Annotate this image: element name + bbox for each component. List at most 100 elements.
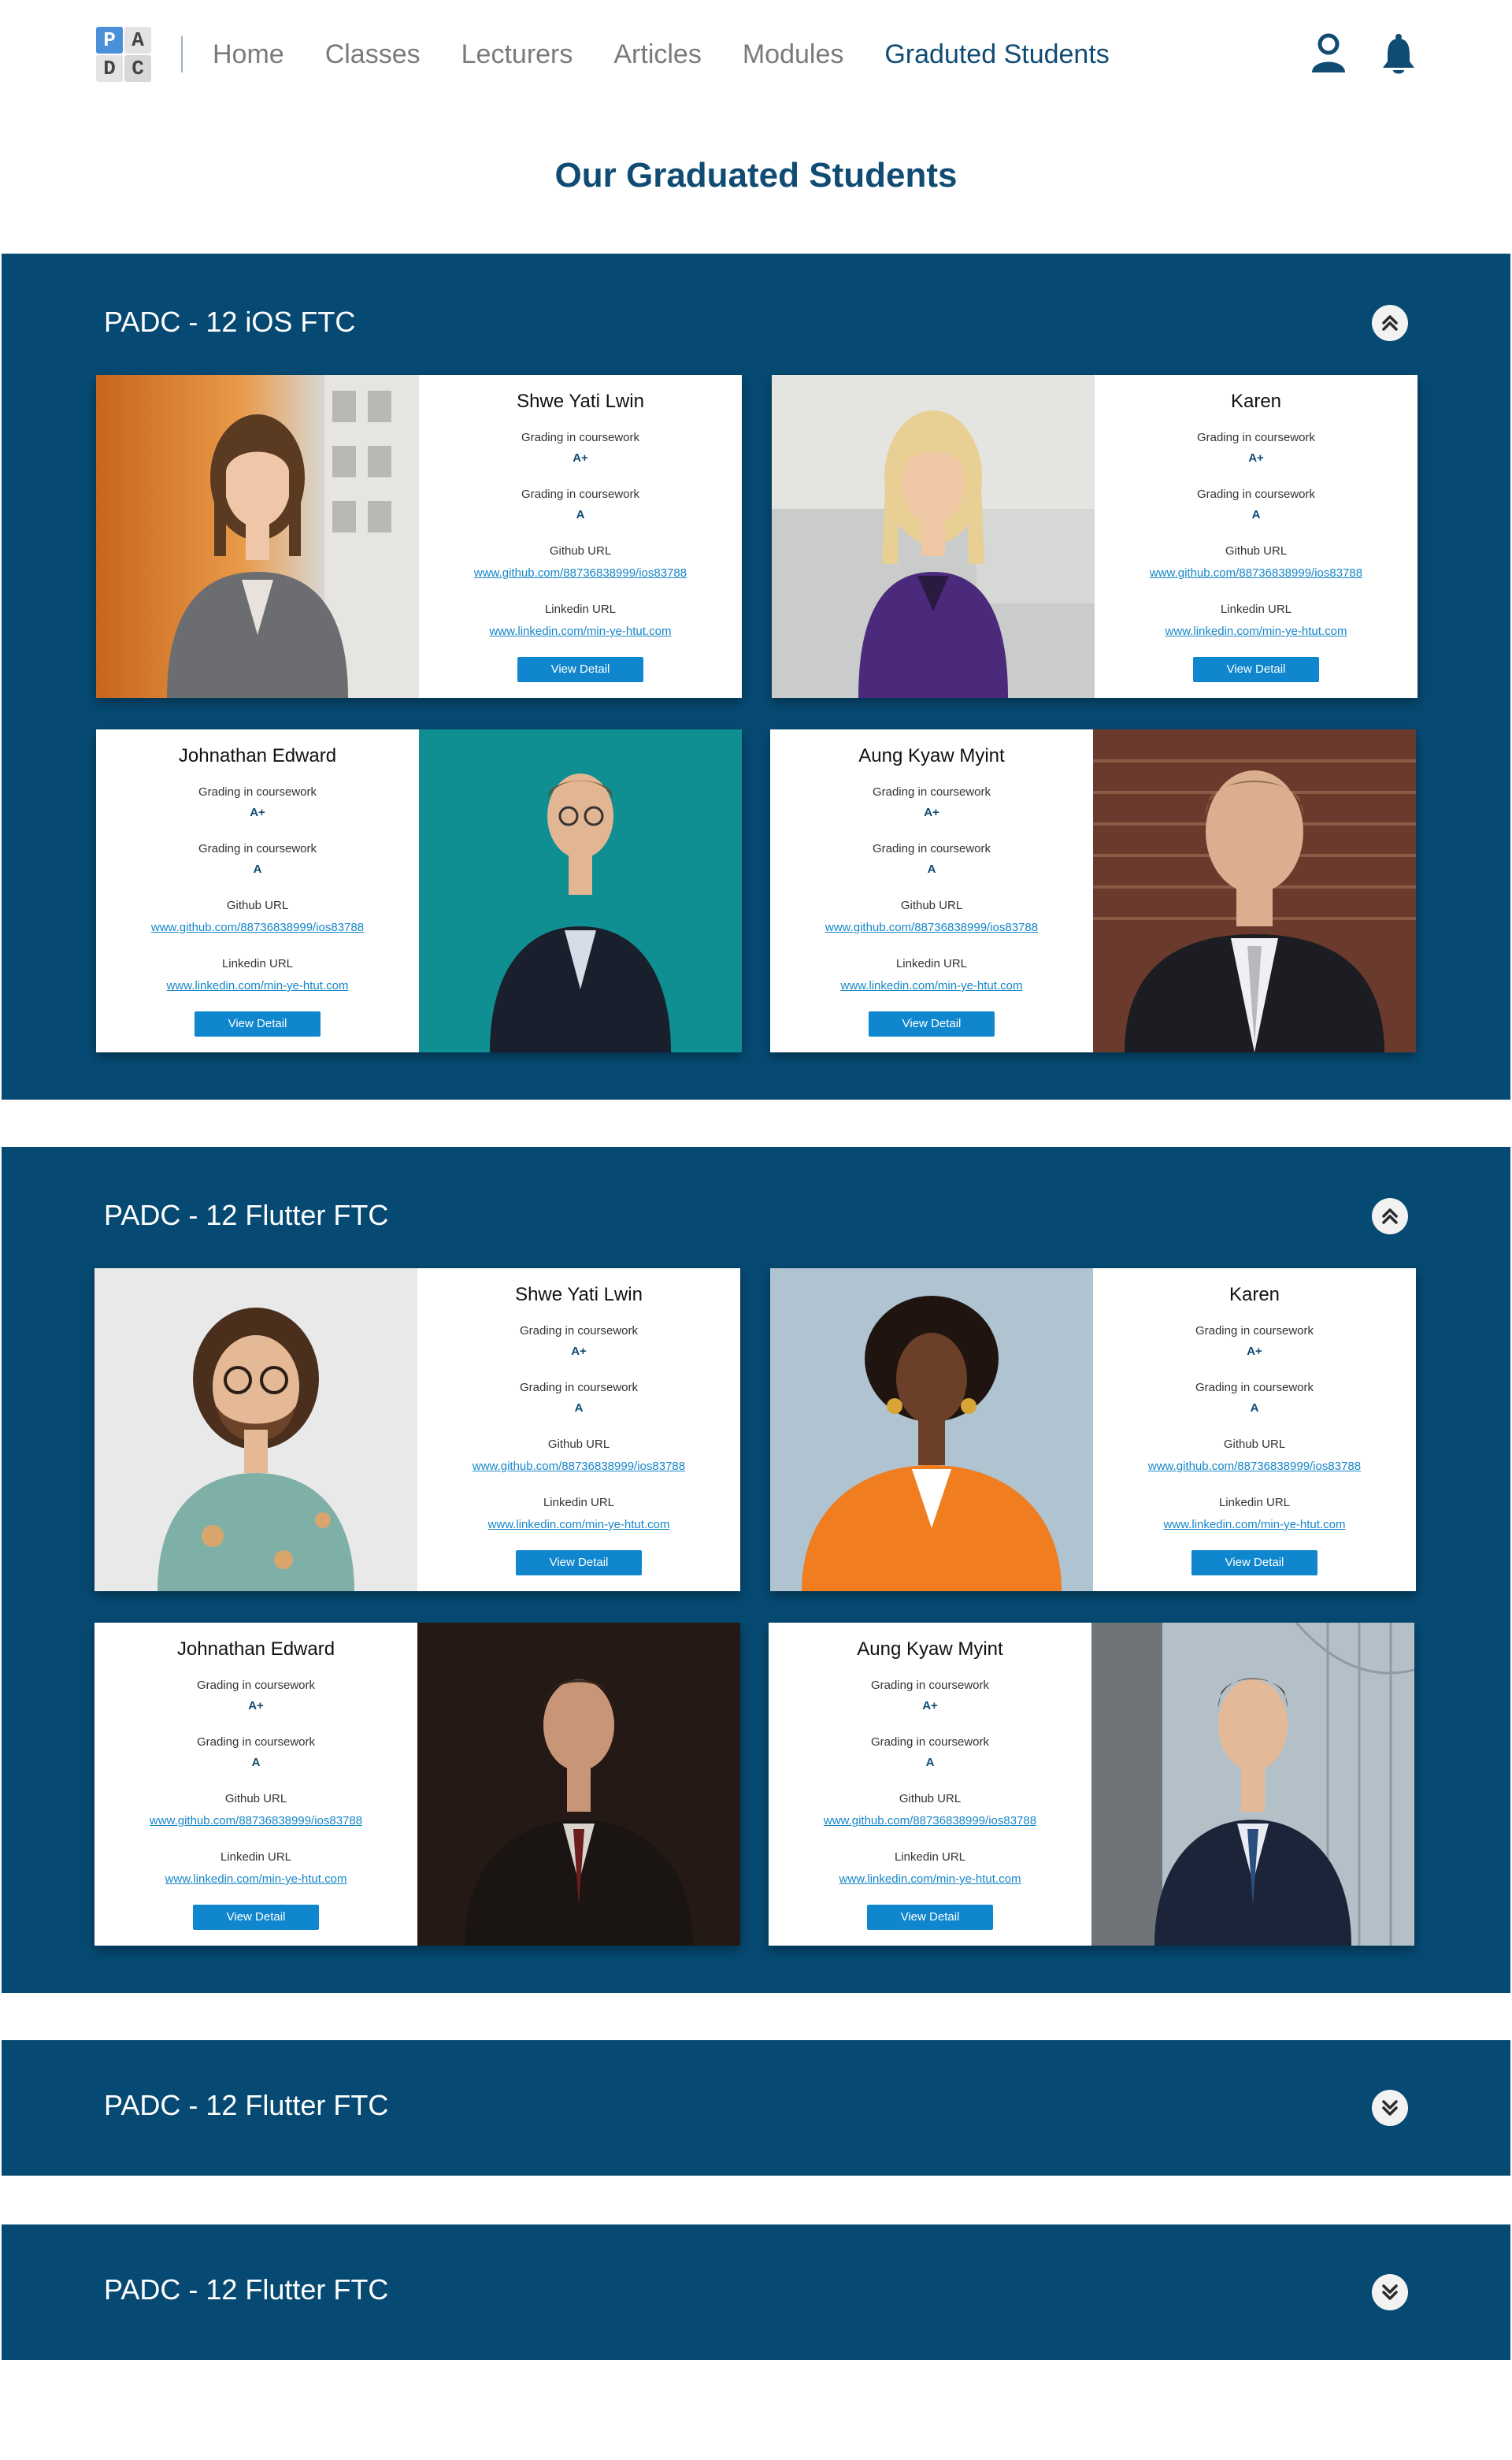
student-info: Johnathan Edward Grading in coursework A… — [94, 1623, 417, 1946]
student-card: Aung Kyaw Myint Grading in coursework A+… — [769, 1623, 1414, 1946]
grade-label: Grading in coursework — [521, 488, 640, 501]
class-section-collapsed[interactable]: PADC - 12 Flutter FTC — [2, 2040, 1510, 2176]
github-link[interactable]: www.github.com/88736838999/ios83788 — [824, 1813, 1036, 1829]
github-link[interactable]: www.github.com/88736838999/ios83788 — [825, 920, 1038, 936]
github-label: Github URL — [1223, 1438, 1286, 1451]
linkedin-label: Linkedin URL — [543, 1496, 615, 1509]
collapse-toggle[interactable] — [1372, 1198, 1408, 1234]
grade-label: Grading in coursework — [1195, 1381, 1314, 1394]
view-detail-button[interactable]: View Detail — [195, 1011, 321, 1037]
nav-link-articles[interactable]: Articles — [613, 39, 701, 70]
github-link[interactable]: www.github.com/88736838999/ios83788 — [150, 1813, 362, 1829]
linkedin-link[interactable]: www.linkedin.com/min-ye-htut.com — [1166, 624, 1347, 640]
github-link[interactable]: www.github.com/88736838999/ios83788 — [1148, 1459, 1361, 1475]
github-label: Github URL — [547, 1438, 610, 1451]
grade-label: Grading in coursework — [872, 785, 991, 799]
linkedin-link[interactable]: www.linkedin.com/min-ye-htut.com — [490, 624, 672, 640]
grade-value: A+ — [924, 806, 939, 819]
student-name: Johnathan Edward — [176, 1638, 335, 1660]
github-label: Github URL — [549, 544, 612, 558]
student-photo — [419, 729, 742, 1052]
grade-value: A+ — [922, 1699, 938, 1712]
student-card: Aung Kyaw Myint Grading in coursework A+… — [770, 729, 1416, 1052]
github-link[interactable]: www.github.com/88736838999/ios83788 — [474, 566, 687, 581]
github-link[interactable]: www.github.com/88736838999/ios83788 — [151, 920, 364, 936]
chevron-double-up-icon — [1382, 315, 1398, 331]
user-icon[interactable] — [1310, 33, 1347, 74]
grade-value: A — [251, 1756, 261, 1769]
nav-link-home[interactable]: Home — [213, 39, 284, 70]
grade-value: A+ — [573, 451, 588, 465]
view-detail-button[interactable]: View Detail — [517, 657, 643, 682]
github-label: Github URL — [899, 1792, 962, 1805]
grade-value: A+ — [571, 1345, 587, 1358]
logo-letter: A — [124, 27, 151, 54]
linkedin-link[interactable]: www.linkedin.com/min-ye-htut.com — [165, 1872, 347, 1887]
linkedin-link[interactable]: www.linkedin.com/min-ye-htut.com — [167, 978, 349, 994]
nav-link-modules[interactable]: Modules — [743, 39, 844, 70]
grade-value: A — [1251, 508, 1261, 521]
grade-label: Grading in coursework — [870, 1679, 990, 1692]
linkedin-label: Linkedin URL — [220, 1850, 292, 1864]
student-photo — [94, 1268, 417, 1591]
student-info: Shwe Yati Lwin Grading in coursework A+ … — [417, 1268, 740, 1591]
section-title: PADC - 12 iOS FTC — [104, 306, 356, 338]
grade-label: Grading in coursework — [196, 1679, 316, 1692]
student-name: Karen — [1230, 391, 1282, 412]
grade-label: Grading in coursework — [196, 1735, 316, 1749]
student-card: Shwe Yati Lwin Grading in coursework A+ … — [96, 375, 742, 698]
grade-label: Grading in coursework — [198, 842, 317, 855]
bell-icon[interactable] — [1381, 33, 1416, 76]
nav-link-lecturers[interactable]: Lecturers — [461, 39, 573, 70]
student-photo — [1093, 729, 1416, 1052]
expand-toggle[interactable] — [1372, 2274, 1408, 2310]
github-link[interactable]: www.github.com/88736838999/ios83788 — [472, 1459, 685, 1475]
linkedin-link[interactable]: www.linkedin.com/min-ye-htut.com — [488, 1517, 670, 1533]
section-title: PADC - 12 Flutter FTC — [104, 2273, 389, 2306]
view-detail-button[interactable]: View Detail — [1191, 1550, 1317, 1575]
linkedin-link[interactable]: www.linkedin.com/min-ye-htut.com — [1164, 1517, 1346, 1533]
github-label: Github URL — [224, 1792, 287, 1805]
linkedin-link[interactable]: www.linkedin.com/min-ye-htut.com — [839, 1872, 1021, 1887]
padc-logo[interactable]: P A D C — [96, 27, 151, 82]
linkedin-label: Linkedin URL — [544, 603, 617, 616]
grade-value: A+ — [250, 806, 265, 819]
student-name: Aung Kyaw Myint — [858, 745, 1005, 766]
grade-label: Grading in coursework — [872, 842, 991, 855]
student-photo — [770, 1268, 1093, 1591]
top-nav: P A D C Home Classes Lecturers Articles … — [0, 0, 1512, 110]
grade-value: A — [574, 1401, 584, 1415]
nav-link-graduated-students[interactable]: Graduted Students — [884, 39, 1109, 70]
github-label: Github URL — [1225, 544, 1288, 558]
student-photo — [417, 1623, 740, 1946]
linkedin-label: Linkedin URL — [1218, 1496, 1291, 1509]
page-title: Our Graduated Students — [554, 156, 958, 195]
grade-label: Grading in coursework — [519, 1324, 639, 1338]
chevron-double-up-icon — [1382, 1208, 1398, 1224]
collapse-toggle[interactable] — [1372, 305, 1408, 341]
class-section-collapsed[interactable]: PADC - 12 Flutter FTC — [2, 2224, 1510, 2360]
student-card: Karen Grading in coursework A+ Grading i… — [770, 1268, 1416, 1591]
student-photo — [1091, 1623, 1414, 1946]
nav-link-classes[interactable]: Classes — [325, 39, 421, 70]
github-link[interactable]: www.github.com/88736838999/ios83788 — [1150, 566, 1362, 581]
view-detail-button[interactable]: View Detail — [193, 1905, 319, 1930]
grade-label: Grading in coursework — [1195, 1324, 1314, 1338]
linkedin-label: Linkedin URL — [1220, 603, 1292, 616]
grade-value: A — [576, 508, 585, 521]
student-name: Karen — [1228, 1284, 1280, 1305]
grade-label: Grading in coursework — [521, 431, 640, 444]
student-info: Karen Grading in coursework A+ Grading i… — [1093, 1268, 1416, 1591]
view-detail-button[interactable]: View Detail — [869, 1011, 995, 1037]
student-info: Aung Kyaw Myint Grading in coursework A+… — [769, 1623, 1091, 1946]
view-detail-button[interactable]: View Detail — [867, 1905, 993, 1930]
view-detail-button[interactable]: View Detail — [516, 1550, 642, 1575]
grade-value: A+ — [1248, 451, 1264, 465]
student-name: Johnathan Edward — [178, 745, 337, 766]
logo-letter: C — [124, 55, 151, 82]
view-detail-button[interactable]: View Detail — [1193, 657, 1319, 682]
linkedin-link[interactable]: www.linkedin.com/min-ye-htut.com — [841, 978, 1023, 994]
expand-toggle[interactable] — [1372, 2090, 1408, 2126]
linkedin-label: Linkedin URL — [894, 1850, 966, 1864]
grade-label: Grading in coursework — [198, 785, 317, 799]
